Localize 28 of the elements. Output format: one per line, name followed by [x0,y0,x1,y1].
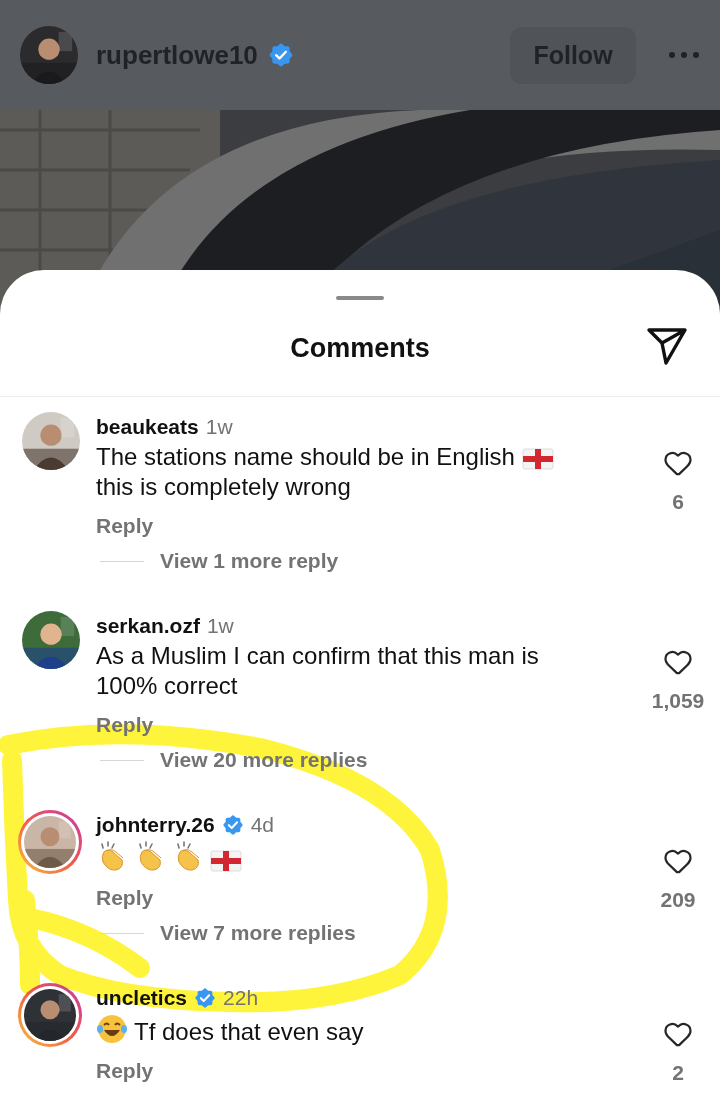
comment-text: As a Muslim I can confirm that this man is 100% correct [96,642,539,699]
like-count: 209 [660,888,696,912]
sheet-title: Comments [290,332,430,364]
timestamp: 1w [205,415,233,439]
flag-icon [210,850,242,872]
like-count: 6 [672,490,684,514]
comment-text: Tf does that even say [134,1018,364,1045]
username[interactable]: beaukeats [96,415,199,439]
reply-button[interactable]: Reply [96,511,154,541]
flag-icon [521,448,554,470]
username[interactable]: uncletics [96,986,188,1010]
reply-button[interactable]: Reply [96,883,154,913]
comment-text: this is completely wrong [96,473,351,500]
reply-button[interactable]: Reply [96,1056,154,1086]
view-replies-button[interactable]: View 7 more replies [160,921,356,945]
view-replies-button[interactable]: View 1 more reply [160,549,339,573]
like-count: 1,059 [651,689,705,713]
drag-handle[interactable] [336,296,384,300]
story-ring[interactable] [18,983,82,1047]
laughing-emoji-icon [96,1013,128,1045]
send-icon[interactable] [646,326,688,366]
timestamp: 4d [250,813,274,837]
timestamp: 22h [223,986,259,1010]
username[interactable]: serkan.ozf [96,614,200,638]
username[interactable]: johnterry.26 [96,813,215,837]
like-count: 2 [672,1061,684,1085]
timestamp: 1w [206,614,234,638]
comment-text: The stations name should be in English [96,443,516,470]
